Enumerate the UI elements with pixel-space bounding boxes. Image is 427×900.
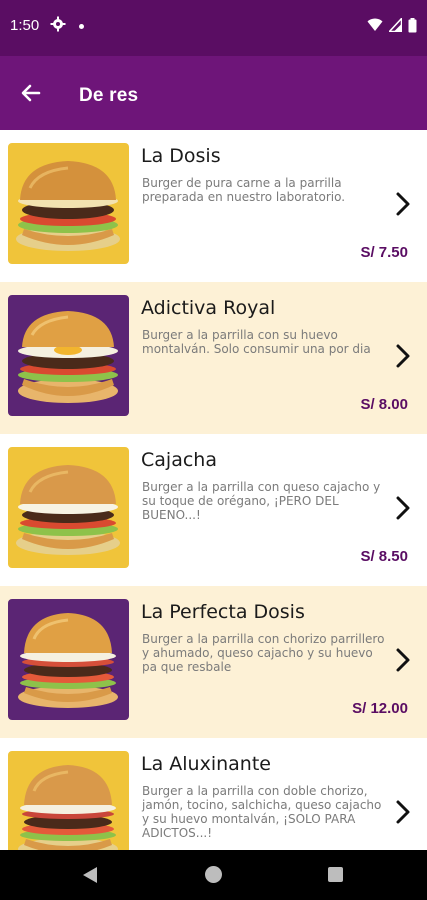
gear-icon bbox=[50, 16, 66, 32]
product-price: S/ 7.50 bbox=[360, 244, 408, 261]
battery-icon bbox=[408, 17, 417, 32]
product-image bbox=[8, 295, 129, 416]
product-item-cajacha[interactable]: Cajacha Burger a la parrilla con queso c… bbox=[0, 434, 427, 586]
app-bar: De res bbox=[0, 56, 427, 130]
product-price: S/ 8.50 bbox=[360, 548, 408, 565]
notification-dot-icon bbox=[79, 24, 84, 29]
product-image bbox=[8, 751, 129, 850]
chevron-right-icon[interactable] bbox=[394, 190, 412, 218]
product-name: Adictiva Royal bbox=[141, 297, 276, 319]
product-list: La Dosis Burger de pura carne a la parri… bbox=[0, 130, 427, 850]
product-description: Burger a la parrilla con doble chorizo, … bbox=[142, 784, 382, 840]
product-image bbox=[8, 143, 129, 264]
product-item-la-perfecta-dosis[interactable]: La Perfecta Dosis Burger a la parrilla c… bbox=[0, 586, 427, 738]
chevron-right-icon[interactable] bbox=[394, 342, 412, 370]
product-description: Burger a la parrilla con queso cajacho y… bbox=[142, 480, 381, 522]
product-item-la-aluxinante[interactable]: La Aluxinante Burger a la parrilla con d… bbox=[0, 738, 427, 850]
product-description: Burger a la parrilla con su huevo montal… bbox=[142, 328, 371, 356]
nav-recents-icon[interactable] bbox=[328, 867, 343, 882]
burger-icon bbox=[16, 465, 120, 555]
wifi-icon bbox=[367, 18, 383, 31]
chevron-right-icon[interactable] bbox=[394, 798, 412, 826]
signal-icon bbox=[389, 18, 402, 32]
product-image bbox=[8, 447, 129, 568]
product-description: Burger de pura carne a la parrilla prepa… bbox=[142, 176, 346, 204]
chevron-right-icon[interactable] bbox=[394, 646, 412, 674]
burger-icon bbox=[18, 613, 118, 708]
status-bar: 1:50 bbox=[0, 0, 427, 56]
product-name: La Aluxinante bbox=[141, 753, 271, 775]
product-name: La Perfecta Dosis bbox=[141, 601, 305, 623]
page-title: De res bbox=[79, 85, 139, 106]
arrow-left-icon[interactable] bbox=[14, 76, 48, 110]
nav-home-icon[interactable] bbox=[205, 866, 222, 883]
status-time: 1:50 bbox=[10, 17, 40, 34]
burger-icon bbox=[18, 311, 118, 403]
product-price: S/ 12.00 bbox=[352, 700, 408, 717]
product-name: La Dosis bbox=[141, 145, 221, 167]
burger-icon bbox=[18, 765, 118, 850]
product-image bbox=[8, 599, 129, 720]
nav-back-icon[interactable] bbox=[82, 866, 98, 884]
burger-icon bbox=[16, 161, 120, 251]
product-item-adictiva-royal[interactable]: Adictiva Royal Burger a la parrilla con … bbox=[0, 282, 427, 434]
product-name: Cajacha bbox=[141, 449, 217, 471]
product-price: S/ 8.00 bbox=[360, 396, 408, 413]
chevron-right-icon[interactable] bbox=[394, 494, 412, 522]
system-nav-bar bbox=[0, 850, 427, 900]
status-icons bbox=[367, 17, 417, 33]
product-item-la-dosis[interactable]: La Dosis Burger de pura carne a la parri… bbox=[0, 130, 427, 282]
product-description: Burger a la parrilla con chorizo parrill… bbox=[142, 632, 385, 674]
